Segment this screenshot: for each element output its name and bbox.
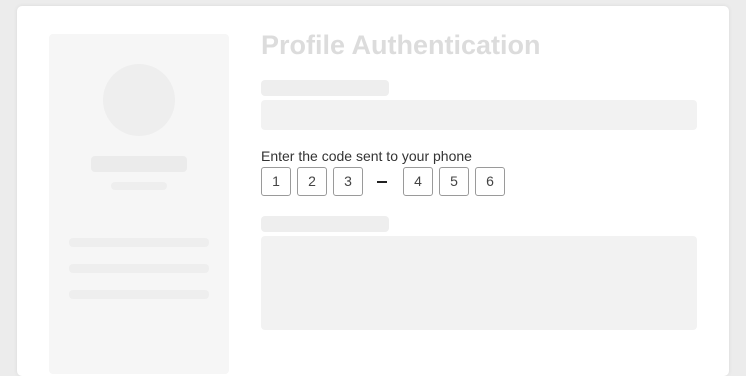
- profile-card: Profile Authentication Enter the code se…: [17, 6, 729, 376]
- sidebar-nav-placeholder: [69, 290, 209, 299]
- avatar-placeholder: [103, 64, 175, 136]
- code-digit-3[interactable]: 3: [333, 167, 363, 196]
- code-digit-6[interactable]: 6: [475, 167, 505, 196]
- code-separator: [377, 181, 387, 183]
- code-digit-2[interactable]: 2: [297, 167, 327, 196]
- subtitle-placeholder: [111, 182, 167, 190]
- textarea-placeholder: [261, 236, 697, 330]
- code-digit-1[interactable]: 1: [261, 167, 291, 196]
- name-placeholder: [91, 156, 187, 172]
- code-digit-5[interactable]: 5: [439, 167, 469, 196]
- page-title: Profile Authentication: [261, 30, 541, 60]
- profile-sidebar-skeleton: [49, 34, 229, 374]
- verification-prompt: Enter the code sent to your phone: [261, 148, 472, 164]
- field-label-placeholder: [261, 216, 389, 232]
- field-label-placeholder: [261, 80, 389, 96]
- code-digit-4[interactable]: 4: [403, 167, 433, 196]
- input-placeholder: [261, 100, 697, 130]
- sidebar-nav-placeholder: [69, 264, 209, 273]
- sidebar-nav-placeholder: [69, 238, 209, 247]
